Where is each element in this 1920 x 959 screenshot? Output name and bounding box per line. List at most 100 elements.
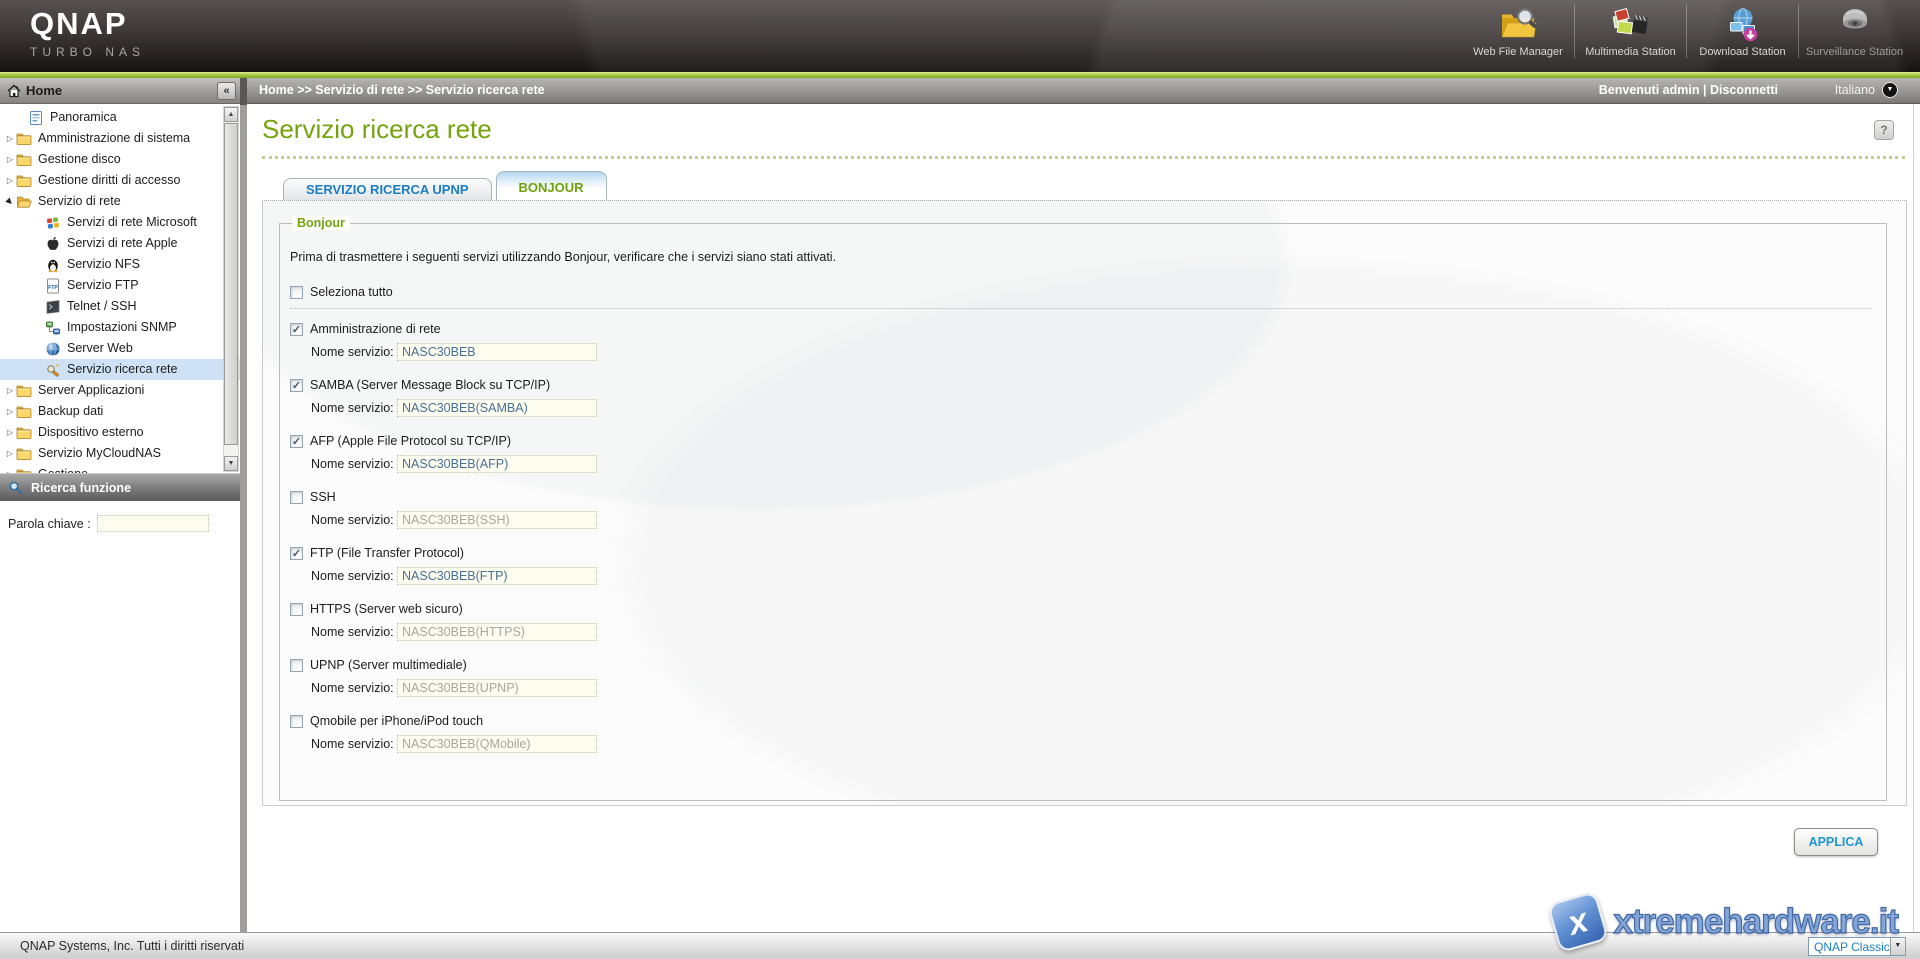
help-button[interactable]: ?	[1874, 120, 1894, 140]
apply-button[interactable]: APPLICA	[1794, 828, 1878, 856]
sidebar-tree-item[interactable]: ▶ Servizio di rete	[0, 191, 240, 212]
sidebar-tree-item[interactable]: Impostazioni SNMP	[0, 317, 240, 338]
service-checkbox[interactable]: ✓	[290, 379, 303, 392]
folder-icon	[16, 131, 33, 147]
tree-item-label: Server Web	[67, 338, 133, 359]
service-name-input[interactable]	[397, 511, 597, 529]
apple-icon	[45, 236, 62, 252]
header-app-web-file-manager[interactable]: Web File Manager	[1462, 4, 1574, 58]
logout-link[interactable]: Disconnetti	[1710, 83, 1778, 97]
service-name-input[interactable]	[397, 399, 597, 417]
header-app-label: Surveillance Station	[1806, 46, 1903, 58]
sidebar-tree-item[interactable]: ▷ Gestione disco	[0, 149, 240, 170]
tree-expand-arrow[interactable]: ▷	[4, 407, 16, 416]
theme-select[interactable]: QNAP Classic ▼	[1808, 937, 1906, 956]
sidebar-tree-item[interactable]: ▷ Gestione	[0, 464, 240, 473]
tree-scrollbar[interactable]: ▲ ▼	[223, 106, 239, 472]
welcome-text: Benvenuti admin	[1599, 83, 1700, 97]
select-all-checkbox[interactable]	[290, 286, 303, 299]
tree-item-label: Servizio NFS	[67, 254, 140, 275]
terminal-icon	[45, 299, 62, 315]
service-checkbox[interactable]	[290, 659, 303, 672]
service-label: Qmobile per iPhone/iPod touch	[310, 714, 483, 728]
folder-icon	[16, 383, 33, 399]
service-checkbox[interactable]: ✓	[290, 323, 303, 336]
tree-expand-arrow[interactable]: ▷	[4, 176, 16, 185]
function-search-body: Parola chiave :	[0, 501, 240, 932]
sidebar-main-divider-top	[240, 78, 247, 105]
service-checkbox[interactable]: ✓	[290, 435, 303, 448]
sidebar-tree-item[interactable]: Servizio NFS	[0, 254, 240, 275]
download-station-icon	[1722, 7, 1764, 43]
keyword-input[interactable]	[97, 515, 209, 532]
sidebar-tree-item[interactable]: ▷ Amministrazione di sistema	[0, 128, 240, 149]
sidebar-collapse-button[interactable]: «	[217, 82, 236, 100]
service-name-input[interactable]	[397, 567, 597, 585]
service-name-input[interactable]	[397, 343, 597, 361]
sidebar-tree-item[interactable]: Server Web	[0, 338, 240, 359]
network-search-icon	[45, 362, 62, 378]
tree-expand-arrow[interactable]: ▷	[4, 134, 16, 143]
service-name-input[interactable]	[397, 679, 597, 697]
service-name-input[interactable]	[397, 623, 597, 641]
sidebar-main-divider	[240, 78, 247, 932]
tab-bonjour[interactable]: BONJOUR	[496, 171, 607, 200]
language-selector[interactable]: Italiano ▼	[1835, 82, 1898, 98]
folder-icon	[16, 173, 33, 189]
header-app-label: Web File Manager	[1473, 46, 1563, 58]
circle-chevron-down-icon[interactable]: ▼	[1882, 82, 1898, 98]
header-app-surveillance-station[interactable]: Surveillance Station	[1798, 4, 1910, 58]
sidebar-tree-item[interactable]: ▷ Servizio MyCloudNAS	[0, 443, 240, 464]
tree-expand-arrow[interactable]: ▷	[4, 386, 16, 395]
scrollbar-down-button[interactable]: ▼	[224, 456, 238, 471]
sidebar-tree-item[interactable]: ▷ Server Applicazioni	[0, 380, 240, 401]
sidebar-tree-item[interactable]: Panoramica	[0, 107, 240, 128]
sidebar-title: Home	[26, 83, 62, 98]
service-checkbox[interactable]	[290, 491, 303, 504]
service-label: Amministrazione di rete	[310, 322, 441, 336]
sidebar-tree-item[interactable]: ▷ Gestione diritti di accesso	[0, 170, 240, 191]
service-checkbox[interactable]	[290, 715, 303, 728]
header-app-multimedia-station[interactable]: Multimedia Station	[1574, 4, 1686, 58]
main-content: Servizio ricerca rete ? SERVIZIO RICERCA…	[247, 104, 1920, 932]
tree-expand-arrow[interactable]: ▷	[4, 449, 16, 458]
sidebar-tree-item[interactable]: ▷ Backup dati	[0, 401, 240, 422]
service-name-label: Nome servizio:	[311, 625, 397, 639]
page-title: Servizio ricerca rete	[262, 114, 492, 145]
service-checkbox[interactable]	[290, 603, 303, 616]
folder-icon	[16, 152, 33, 168]
sidebar-tree-item[interactable]: Servizi di rete Microsoft	[0, 212, 240, 233]
snmp-network-icon	[45, 320, 62, 336]
title-separator	[262, 156, 1905, 159]
scrollbar-thumb[interactable]	[224, 123, 238, 445]
sidebar-tree-item[interactable]: Telnet / SSH	[0, 296, 240, 317]
tree-expand-arrow[interactable]: ▷	[4, 428, 16, 437]
tree-item-label: Servizi di rete Apple	[67, 233, 177, 254]
service-name-input[interactable]	[397, 735, 597, 753]
tree-expand-arrow[interactable]: ▷	[4, 155, 16, 164]
qnap-admin-page: QNAP TURBO NAS Web File Manager Multimed…	[0, 0, 1920, 959]
chevron-down-icon[interactable]: ▼	[1890, 938, 1905, 955]
bonjour-fieldset: Bonjour Prima di trasmettere i seguenti …	[279, 223, 1887, 801]
function-search-header[interactable]: Ricerca funzione	[0, 473, 240, 501]
sidebar-tree-item[interactable]: Servizio ricerca rete	[0, 359, 240, 380]
scrollbar-up-button[interactable]: ▲	[224, 107, 238, 122]
footer-bar: QNAP Systems, Inc. Tutti i diritti riser…	[0, 932, 1920, 959]
sidebar-tree-item[interactable]: FTP Servizio FTP	[0, 275, 240, 296]
search-magnifier-icon	[8, 480, 23, 495]
tree-item-label: Server Applicazioni	[38, 380, 144, 401]
service-checkbox[interactable]: ✓	[290, 547, 303, 560]
tab-servizio-ricerca-upnp[interactable]: SERVIZIO RICERCA UPNP	[283, 178, 492, 200]
sidebar: Panoramica ▷ Amministrazione di sistema …	[0, 104, 240, 932]
header-app-download-station[interactable]: Download Station	[1686, 4, 1798, 58]
globe-icon	[45, 341, 62, 357]
service-label: SSH	[310, 490, 336, 504]
service-block: HTTPS (Server web sicuro) Nome servizio:	[290, 602, 1872, 641]
service-name-input[interactable]	[397, 455, 597, 473]
sidebar-tree-item[interactable]: ▷ Dispositivo esterno	[0, 422, 240, 443]
turbo-nas-subtitle: TURBO NAS	[30, 45, 145, 59]
tree-item-label: Servizio di rete	[38, 191, 121, 212]
sidebar-tree-item[interactable]: Servizi di rete Apple	[0, 233, 240, 254]
header-app-label: Multimedia Station	[1585, 46, 1676, 58]
linux-penguin-icon	[45, 257, 62, 273]
